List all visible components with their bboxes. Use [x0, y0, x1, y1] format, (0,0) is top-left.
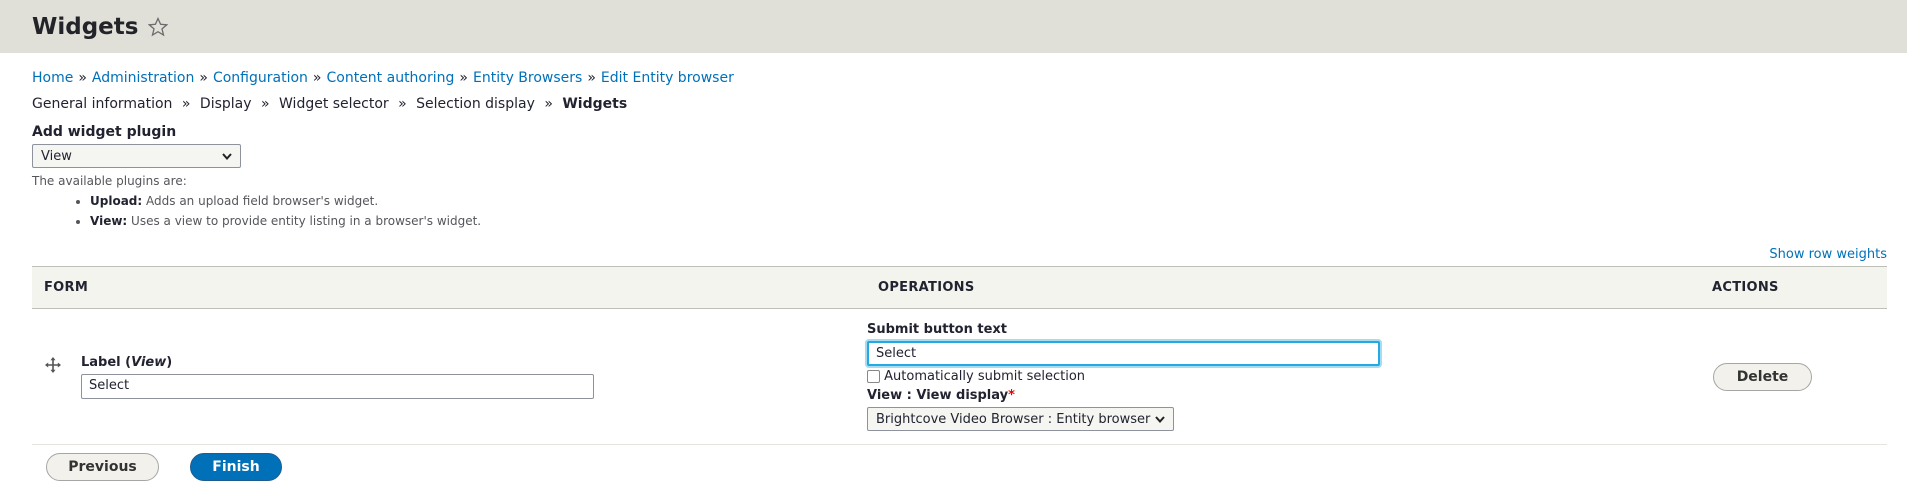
column-header-actions: ACTIONS [1700, 266, 1887, 309]
chevron-down-icon [1154, 413, 1166, 425]
breadcrumb-separator: » [78, 70, 87, 86]
breadcrumb-administration[interactable]: Administration [92, 70, 194, 86]
widgets-table: FORM OPERATIONS ACTIONS Label (View) Sel… [32, 266, 1887, 445]
plugins-description: The available plugins are: [32, 174, 187, 188]
view-display-selected: Brightcove Video Browser : Entity browse… [876, 411, 1151, 427]
add-widget-selected: View [41, 148, 72, 164]
submit-button-text-label: Submit button text [867, 322, 1007, 337]
view-display-label: View : View display* [867, 388, 1699, 403]
step-separator: » [260, 96, 270, 112]
breadcrumb-separator: » [312, 70, 322, 86]
required-marker: * [1008, 388, 1015, 403]
chevron-down-icon [221, 150, 233, 162]
form-actions: Previous Finish [46, 453, 282, 481]
breadcrumb-home[interactable]: Home [32, 70, 73, 86]
breadcrumb-edit-entity-browser[interactable]: Edit Entity browser [601, 70, 734, 86]
actions-cell: Delete [1700, 308, 1887, 445]
step-separator: » [181, 96, 191, 112]
view-display-select[interactable]: Brightcove Video Browser : Entity browse… [867, 407, 1174, 431]
page-title: Widgets [32, 13, 139, 40]
plugin-text: Adds an upload field browser's widget. [146, 194, 379, 208]
wizard-steps: General information » Display » Widget s… [32, 96, 1887, 112]
breadcrumb-separator: » [459, 70, 468, 86]
plugin-text: Uses a view to provide entity listing in… [131, 214, 482, 228]
breadcrumb-separator: » [587, 70, 596, 86]
delete-button[interactable]: Delete [1713, 362, 1812, 391]
label-prefix: Label ( [81, 354, 132, 370]
previous-button[interactable]: Previous [46, 453, 159, 481]
form-cell: Label (View) Select [32, 308, 866, 445]
auto-submit-label: Automatically submit selection [884, 369, 1086, 384]
plugins-list: Upload: Adds an upload field browser's w… [90, 194, 1887, 228]
step-selection-display: Selection display [416, 96, 535, 112]
step-widget-selector: Widget selector [279, 96, 389, 112]
view-display-label-text: View : View display [867, 388, 1009, 403]
show-row-weights-link[interactable]: Show row weights [1769, 247, 1887, 262]
label-plugin-name: View [131, 354, 167, 370]
breadcrumb-entity-browsers[interactable]: Entity Browsers [473, 70, 582, 86]
breadcrumb-content-authoring[interactable]: Content authoring [326, 70, 454, 86]
finish-button[interactable]: Finish [190, 453, 282, 481]
label-suffix: ) [166, 354, 173, 370]
list-item: View: Uses a view to provide entity list… [90, 214, 1887, 228]
table-row: Label (View) Select Submit button text S… [32, 308, 1887, 445]
breadcrumb-configuration[interactable]: Configuration [213, 70, 308, 86]
label-input[interactable]: Select [81, 373, 594, 399]
plugin-name: View: [90, 214, 128, 228]
plugin-name: Upload: [90, 194, 143, 208]
breadcrumb-separator: » [199, 70, 208, 86]
drag-handle-icon[interactable] [45, 356, 61, 373]
operations-cell: Submit button text Select Automatically … [866, 308, 1700, 445]
breadcrumb: Home » Administration » Configuration » … [32, 70, 1887, 86]
step-separator: » [398, 96, 407, 112]
star-icon[interactable] [148, 16, 169, 37]
add-widget-label: Add widget plugin [32, 124, 177, 140]
step-widgets-current: Widgets [562, 96, 628, 112]
column-header-operations: OPERATIONS [866, 266, 1700, 309]
label-field-label: Label (View) [81, 355, 594, 370]
main-content: Home » Administration » Configuration » … [0, 70, 1907, 228]
add-widget-select[interactable]: View [32, 144, 241, 168]
step-separator: » [544, 96, 553, 112]
step-display: Display [199, 96, 252, 112]
auto-submit-checkbox[interactable] [867, 370, 880, 383]
step-general-information: General information [32, 96, 173, 112]
list-item: Upload: Adds an upload field browser's w… [90, 194, 1887, 208]
submit-button-text-input[interactable]: Select [867, 341, 1380, 366]
column-header-form: FORM [32, 266, 866, 309]
page-header: Widgets [0, 0, 1907, 53]
